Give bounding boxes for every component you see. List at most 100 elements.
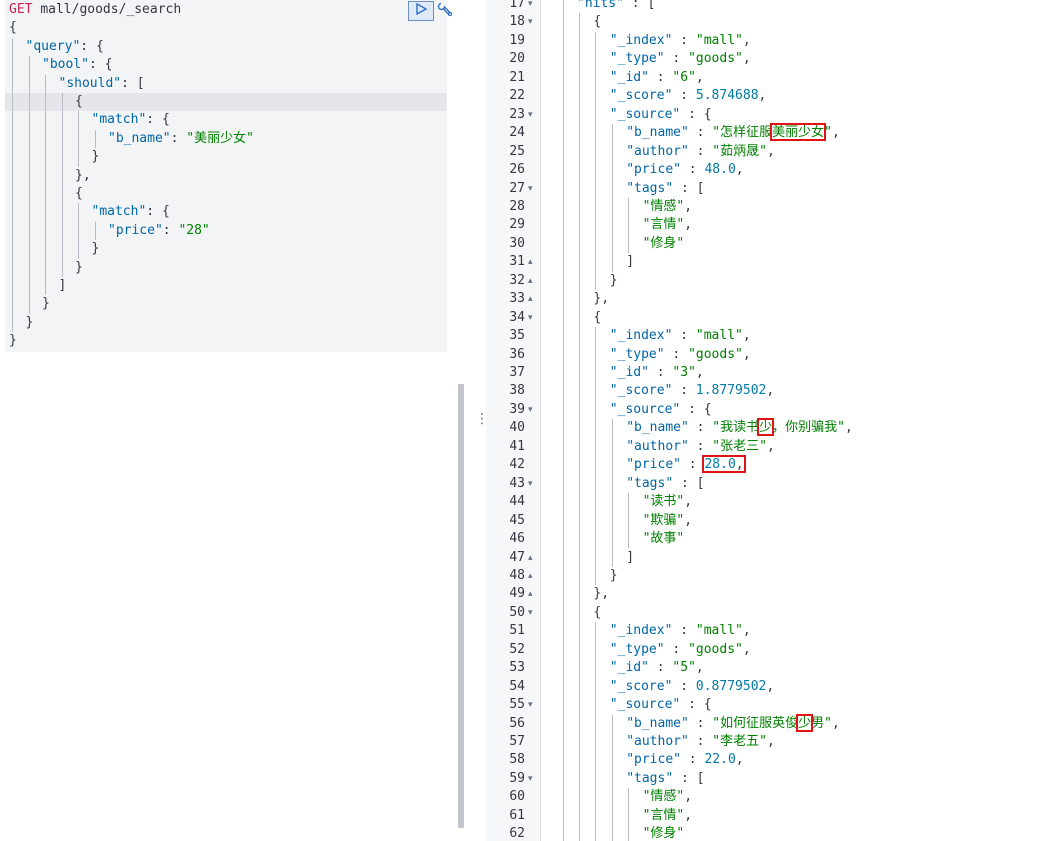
request-line[interactable]: "should": [ — [5, 75, 447, 93]
request-line[interactable]: }, — [5, 167, 447, 185]
fold-collapse-icon[interactable]: ▾ — [528, 475, 538, 493]
request-line[interactable]: "price": "28" — [5, 222, 447, 240]
json-colon: : — [664, 51, 681, 67]
json-key: "b_name" — [108, 130, 171, 146]
response-line-text: "_id" : "3", — [610, 364, 704, 382]
json-key: "price" — [626, 752, 681, 768]
fold-collapse-icon[interactable]: ▾ — [528, 696, 538, 714]
request-settings-button[interactable] — [436, 2, 454, 20]
line-number: 17 — [509, 0, 525, 11]
request-line[interactable]: GET mall/goods/_search — [5, 1, 447, 19]
match-highlight-box — [770, 123, 827, 142]
request-line[interactable]: { — [5, 93, 447, 112]
request-line[interactable]: } — [5, 332, 447, 350]
json-colon: : — [672, 32, 689, 48]
json-punctuation: } — [609, 272, 618, 288]
fold-expand-icon[interactable]: ▴ — [528, 585, 538, 603]
request-line[interactable]: { — [5, 185, 447, 203]
request-line[interactable]: } — [5, 314, 447, 332]
json-number: 22.0 — [704, 752, 736, 768]
response-line: 35 "_index" : "mall", — [486, 327, 1064, 345]
response-line: 43 ▾ "tags" : [ — [486, 475, 1064, 493]
fold-expand-icon[interactable]: ▴ — [528, 253, 538, 271]
fold-expand-icon[interactable]: ▴ — [528, 290, 538, 308]
fold-expand-icon[interactable]: ▴ — [528, 272, 538, 290]
json-string: "言情" — [642, 807, 685, 823]
request-line[interactable]: "query": { — [5, 38, 447, 56]
request-line[interactable]: "b_name": "美丽少女" — [5, 130, 447, 148]
response-line-text: "言情", — [643, 807, 692, 825]
json-colon: : — [688, 734, 705, 749]
json-string: "修身" — [642, 826, 685, 841]
response-line: 62 "修身" — [486, 825, 1064, 841]
request-editor[interactable]: GET mall/goods/_search{"query": {"bool":… — [5, 0, 447, 352]
response-line: 56 "b_name" : "如何征服英俊少男", — [486, 715, 1064, 733]
response-line: 44 "读书", — [486, 493, 1064, 511]
json-colon: : — [648, 365, 665, 380]
request-scrollbar[interactable] — [458, 384, 464, 828]
pane-splitter[interactable]: ⋮ — [470, 0, 489, 841]
fold-collapse-icon[interactable]: ▾ — [528, 604, 538, 622]
request-line[interactable]: "bool": { — [5, 56, 447, 74]
json-punctuation: , — [831, 125, 840, 141]
fold-collapse-icon[interactable]: ▾ — [528, 13, 538, 31]
response-line: 57 "author" : "李老五", — [486, 733, 1064, 751]
request-line[interactable]: } — [5, 259, 447, 277]
json-key: "hits" — [577, 0, 624, 11]
wrench-icon — [437, 1, 453, 21]
json-colon: : — [680, 697, 696, 713]
fold-expand-icon[interactable]: ▴ — [528, 549, 538, 567]
line-number: 42 — [509, 457, 525, 473]
run-request-button[interactable] — [408, 1, 434, 21]
json-colon: : — [688, 125, 705, 141]
request-line[interactable]: "match": { — [5, 111, 447, 129]
request-line[interactable]: } — [5, 295, 447, 313]
fold-collapse-icon[interactable]: ▾ — [528, 309, 538, 327]
json-key: "match" — [91, 204, 147, 220]
fold-collapse-icon[interactable]: ▾ — [528, 0, 538, 13]
request-line[interactable]: ] — [5, 277, 447, 295]
response-line-text: { — [593, 604, 601, 622]
json-key: "should" — [58, 75, 122, 91]
response-line-text: "b_name" : "我读书少，你别骗我", — [626, 419, 853, 437]
json-punctuation: , — [695, 660, 704, 676]
json-punctuation: { — [104, 57, 113, 73]
request-line[interactable]: { — [5, 19, 447, 37]
json-string: "美丽少女" — [186, 130, 254, 146]
json-punctuation: , — [695, 365, 704, 380]
request-line[interactable]: "match": { — [5, 203, 447, 221]
response-line-text: "hits" : [ — [577, 0, 655, 13]
request-line-text: } — [92, 240, 100, 258]
json-string: "情感" — [642, 198, 685, 214]
request-line[interactable]: } — [5, 240, 447, 258]
indent-guide — [611, 124, 613, 272]
fold-expand-icon[interactable]: ▴ — [528, 567, 538, 585]
response-line: 23 ▾ "_source" : { — [486, 106, 1064, 124]
fold-collapse-icon[interactable]: ▾ — [528, 106, 538, 124]
response-line: 37 "_id" : "3", — [486, 364, 1064, 382]
json-key: "_index" — [609, 328, 673, 344]
json-key: "_type" — [609, 641, 665, 657]
fold-collapse-icon[interactable]: ▾ — [528, 770, 538, 788]
json-punctuation: } — [91, 241, 100, 257]
json-string: "读书" — [642, 494, 685, 510]
fold-collapse-icon[interactable]: ▾ — [528, 180, 538, 198]
line-number: 44 — [509, 494, 525, 510]
response-line-text: "author" : "茹炳晟", — [626, 143, 775, 161]
json-punctuation: , — [844, 420, 853, 436]
json-colon: : — [664, 346, 681, 362]
line-number: 48 — [509, 567, 525, 583]
response-line: 26 "price" : 48.0, — [486, 161, 1064, 179]
json-string: "故事" — [642, 531, 685, 547]
json-string: "如何征服英俊少男" — [712, 715, 832, 731]
fold-collapse-icon[interactable]: ▾ — [528, 401, 538, 419]
response-line: 36 "_type" : "goods", — [486, 346, 1064, 364]
response-line: 55 ▾ "_source" : { — [486, 696, 1064, 714]
request-line[interactable]: } — [5, 148, 447, 166]
json-punctuation: , — [742, 623, 751, 639]
json-colon: : — [672, 678, 689, 694]
